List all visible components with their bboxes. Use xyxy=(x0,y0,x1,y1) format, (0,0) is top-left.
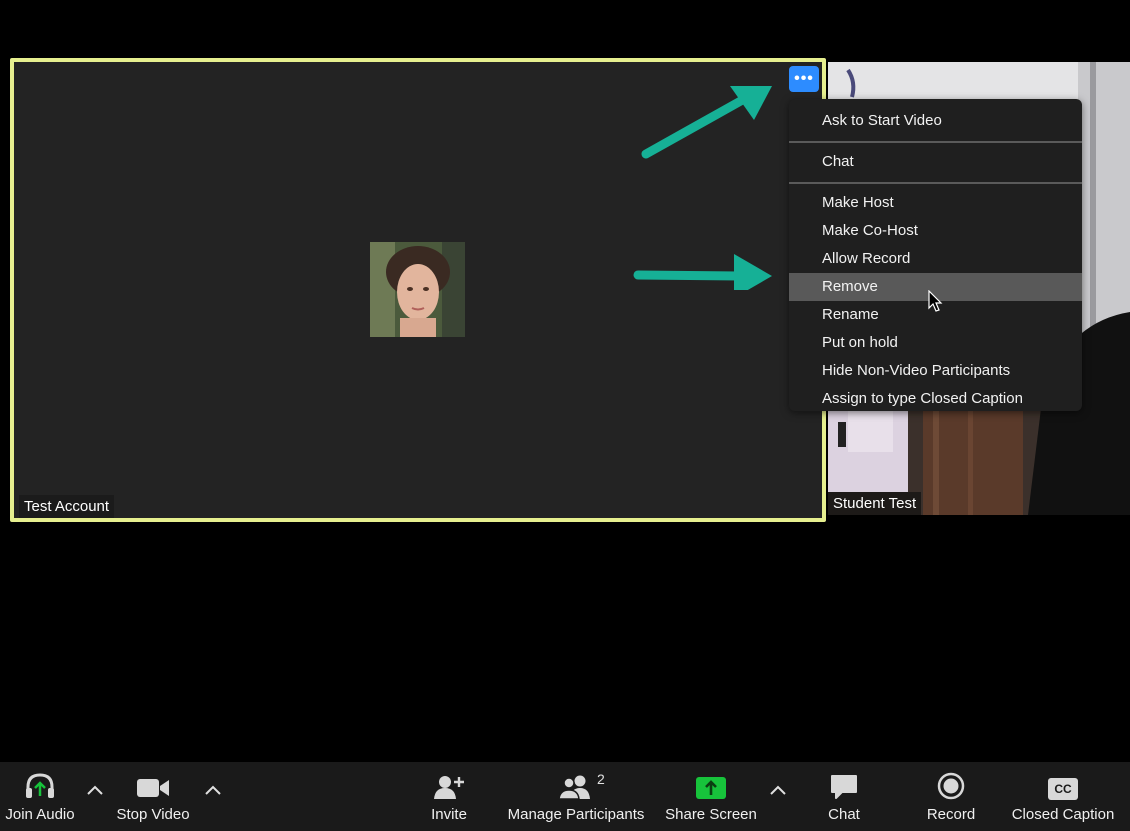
menu-item-chat[interactable]: Chat xyxy=(789,148,1082,176)
share-screen-button[interactable]: Share Screen xyxy=(660,762,762,831)
menu-item-allow-record[interactable]: Allow Record xyxy=(789,245,1082,273)
record-icon xyxy=(937,772,965,800)
participant-count-badge: 2 xyxy=(597,771,605,787)
share-screen-label: Share Screen xyxy=(665,806,757,823)
annotation-arrows xyxy=(633,86,772,290)
headphones-icon xyxy=(26,773,54,798)
menu-separator xyxy=(789,182,1082,184)
mouse-cursor-icon xyxy=(928,290,943,312)
participant-name-side: Student Test xyxy=(828,492,922,515)
invite-button[interactable]: Invite xyxy=(420,762,478,831)
closed-caption-label: Closed Caption xyxy=(1011,806,1115,823)
arrow-to-more-button xyxy=(641,93,751,159)
participants-icon xyxy=(559,775,590,800)
share-screen-icon xyxy=(696,777,726,799)
chat-button[interactable]: Chat xyxy=(815,762,873,831)
closed-caption-icon: CC xyxy=(1048,778,1078,800)
join-audio-button[interactable]: Join Audio xyxy=(0,762,80,831)
avatar-portrait xyxy=(370,242,465,337)
menu-item-hide-non-video-participants[interactable]: Hide Non-Video Participants xyxy=(789,357,1082,385)
record-label: Record xyxy=(926,806,976,823)
arrowhead-bottom xyxy=(734,254,772,290)
audio-options-chevron-up-icon[interactable] xyxy=(85,780,105,800)
menu-item-ask-to-start-video[interactable]: Ask to Start Video xyxy=(789,107,1082,135)
closed-caption-button[interactable]: CC Closed Caption xyxy=(1005,762,1121,831)
participant-name-main: Test Account xyxy=(19,495,115,518)
join-audio-label: Join Audio xyxy=(5,806,75,823)
participant-context-menu: Ask to Start Video Chat Make Host Make C… xyxy=(789,99,1082,411)
participant-avatar xyxy=(370,242,465,337)
chat-label: Chat xyxy=(828,806,860,823)
record-button[interactable]: Record xyxy=(915,762,987,831)
menu-item-put-on-hold[interactable]: Put on hold xyxy=(789,329,1082,357)
stop-video-button[interactable]: Stop Video xyxy=(112,762,194,831)
manage-participants-button[interactable]: Manage Participants xyxy=(502,762,650,831)
menu-item-make-host[interactable]: Make Host xyxy=(789,189,1082,217)
chat-bubble-icon xyxy=(831,775,857,799)
menu-separator xyxy=(789,141,1082,143)
share-options-chevron-up-icon[interactable] xyxy=(768,780,788,800)
menu-item-make-co-host[interactable]: Make Co-Host xyxy=(789,217,1082,245)
meeting-toolbar: Join Audio Stop Video Invite Manage Part… xyxy=(0,762,1130,831)
stop-video-label: Stop Video xyxy=(116,806,190,823)
video-camera-icon xyxy=(137,779,169,797)
add-person-icon xyxy=(434,776,464,799)
arrow-to-remove xyxy=(633,270,745,281)
more-options-button[interactable]: ••• xyxy=(789,66,819,92)
manage-participants-label: Manage Participants xyxy=(507,806,645,823)
menu-item-assign-closed-caption[interactable]: Assign to type Closed Caption xyxy=(789,385,1082,413)
video-options-chevron-up-icon[interactable] xyxy=(203,780,223,800)
invite-label: Invite xyxy=(431,806,467,823)
